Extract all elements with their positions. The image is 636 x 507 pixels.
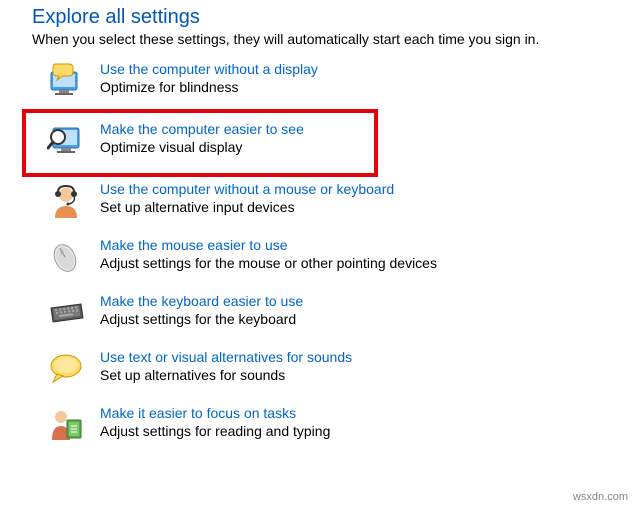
link-text-visual-alternatives[interactable]: Use text or visual alternatives for soun… bbox=[100, 349, 352, 365]
mouse-icon bbox=[46, 237, 86, 277]
desc-mouse-easier: Adjust settings for the mouse or other p… bbox=[100, 255, 437, 271]
page-title: Explore all settings bbox=[32, 6, 636, 29]
link-easier-to-see[interactable]: Make the computer easier to see bbox=[100, 121, 304, 137]
option-mouse-easier: Make the mouse easier to use Adjust sett… bbox=[46, 231, 636, 287]
keyboard-icon bbox=[46, 293, 86, 333]
header: Explore all settings When you select the… bbox=[0, 6, 636, 47]
desc-focus-tasks: Adjust settings for reading and typing bbox=[100, 423, 330, 439]
option-easier-to-see: Make the computer easier to see Optimize… bbox=[24, 111, 376, 175]
option-without-display: Use the computer without a display Optim… bbox=[46, 55, 636, 111]
monitor-magnifier-icon bbox=[46, 121, 86, 161]
link-keyboard-easier[interactable]: Make the keyboard easier to use bbox=[100, 293, 303, 309]
speech-bubble-icon bbox=[46, 349, 86, 389]
desc-easier-to-see: Optimize visual display bbox=[100, 139, 304, 155]
link-focus-tasks[interactable]: Make it easier to focus on tasks bbox=[100, 405, 296, 421]
link-mouse-easier[interactable]: Make the mouse easier to use bbox=[100, 237, 288, 253]
watermark: wsxdn.com bbox=[573, 491, 628, 503]
option-text-visual-alternatives: Use text or visual alternatives for soun… bbox=[46, 343, 636, 399]
desc-without-mouse-keyboard: Set up alternative input devices bbox=[100, 199, 394, 215]
page-subtitle: When you select these settings, they wil… bbox=[32, 31, 636, 47]
desc-text-visual-alternatives: Set up alternatives for sounds bbox=[100, 367, 352, 383]
link-without-display[interactable]: Use the computer without a display bbox=[100, 61, 318, 77]
option-focus-tasks: Make it easier to focus on tasks Adjust … bbox=[46, 399, 636, 455]
person-book-icon bbox=[46, 405, 86, 445]
link-without-mouse-keyboard[interactable]: Use the computer without a mouse or keyb… bbox=[100, 181, 394, 197]
desc-keyboard-easier: Adjust settings for the keyboard bbox=[100, 311, 303, 327]
option-keyboard-easier: Make the keyboard easier to use Adjust s… bbox=[46, 287, 636, 343]
person-headset-icon bbox=[46, 181, 86, 221]
option-without-mouse-keyboard: Use the computer without a mouse or keyb… bbox=[46, 175, 636, 231]
options-list: Use the computer without a display Optim… bbox=[0, 55, 636, 455]
desc-without-display: Optimize for blindness bbox=[100, 79, 318, 95]
monitor-speech-icon bbox=[46, 61, 86, 101]
